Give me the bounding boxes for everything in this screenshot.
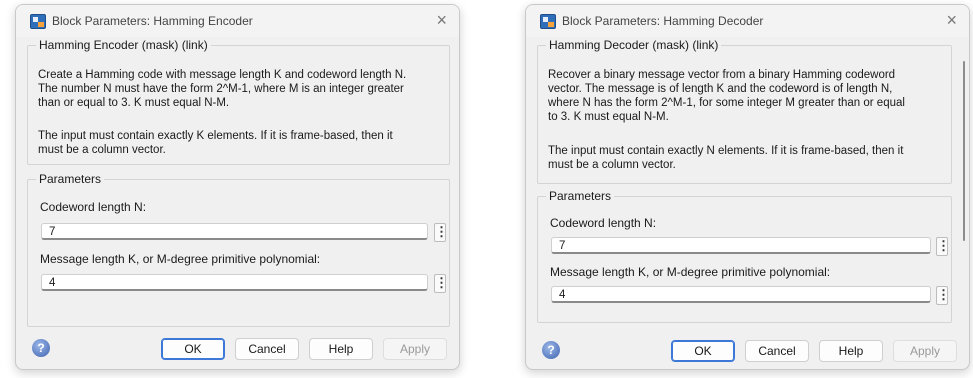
decoder-description-group: Hamming Decoder (mask) (link) Recover a … — [537, 38, 952, 184]
encoder-message-label: Message length K, or M-degree primitive … — [40, 252, 321, 266]
encoder-message-input[interactable]: 4 — [41, 274, 428, 291]
description-line: to 3. K must equal N-M. — [548, 111, 669, 123]
decoder-codeword-input[interactable]: 7 — [551, 237, 931, 254]
decoder-window-title: Block Parameters: Hamming Decoder — [562, 14, 764, 28]
decoder-codeword-label: Codeword length N: — [550, 216, 657, 230]
decoder-help-button[interactable]: Help — [819, 340, 883, 362]
encoder-codeword-input[interactable]: 7 — [41, 223, 428, 240]
encoder-parameters-group: Parameters Codeword length N: 7 ⋮ Messag… — [27, 172, 450, 327]
encoder-dialog: Block Parameters: Hamming Encoder × Hamm… — [15, 4, 460, 370]
decoder-cancel-button[interactable]: Cancel — [745, 340, 809, 362]
encoder-parameters-title: Parameters — [36, 172, 105, 186]
app-icon — [540, 14, 556, 29]
close-icon[interactable]: × — [946, 10, 957, 31]
encoder-mask-title: Hamming Encoder (mask) (link) — [36, 38, 211, 52]
encoder-message-menu-icon[interactable]: ⋮ — [434, 274, 448, 293]
help-icon[interactable]: ? — [542, 341, 560, 359]
app-icon — [30, 14, 46, 29]
description-line: vector. The message is of length K and t… — [548, 83, 893, 95]
encoder-cancel-button[interactable]: Cancel — [235, 338, 299, 360]
encoder-help-button[interactable]: Help — [309, 338, 373, 360]
decoder-message-input[interactable]: 4 — [551, 286, 931, 303]
encoder-window-title: Block Parameters: Hamming Encoder — [52, 14, 253, 28]
decoder-dialog: Block Parameters: Hamming Decoder × Hamm… — [525, 4, 970, 370]
decoder-description-para1: Recover a binary message vector from a b… — [548, 68, 948, 124]
decoder-mask-title: Hamming Decoder (mask) (link) — [546, 38, 722, 52]
decoder-description-para2: The input must contain exactly N element… — [548, 144, 948, 172]
encoder-apply-button[interactable]: Apply — [383, 338, 447, 360]
description-line: Recover a binary message vector from a b… — [548, 69, 896, 81]
decoder-codeword-menu-icon[interactable]: ⋮ — [936, 237, 950, 256]
description-line: Create a Hamming code with message lengt… — [38, 69, 407, 81]
decoder-scrollbar[interactable] — [963, 61, 965, 241]
encoder-description-para2: The input must contain exactly K element… — [38, 129, 438, 157]
decoder-apply-button[interactable]: Apply — [893, 340, 957, 362]
description-line: The number N must have the form 2^M-1, w… — [38, 83, 404, 95]
description-line: The input must contain exactly N element… — [548, 145, 904, 157]
encoder-titlebar[interactable]: Block Parameters: Hamming Encoder × — [16, 5, 459, 37]
description-line: than or equal to 3. K must equal N-M. — [38, 97, 230, 109]
decoder-parameters-group: Parameters Codeword length N: 7 ⋮ Messag… — [537, 189, 952, 323]
decoder-parameters-title: Parameters — [546, 189, 615, 203]
decoder-titlebar[interactable]: Block Parameters: Hamming Decoder × — [526, 5, 969, 37]
encoder-description-group: Hamming Encoder (mask) (link) Create a H… — [27, 38, 450, 165]
help-icon[interactable]: ? — [32, 339, 50, 357]
description-line: where N has the form 2^M-1, for some int… — [548, 97, 905, 109]
encoder-description-para1: Create a Hamming code with message lengt… — [38, 68, 438, 110]
close-icon[interactable]: × — [436, 10, 447, 31]
description-line: The input must contain exactly K element… — [38, 130, 393, 142]
encoder-ok-button[interactable]: OK — [161, 338, 225, 360]
encoder-codeword-label: Codeword length N: — [40, 200, 147, 214]
decoder-ok-button[interactable]: OK — [671, 340, 735, 362]
decoder-message-menu-icon[interactable]: ⋮ — [936, 286, 950, 305]
description-line: must be a column vector. — [548, 159, 676, 171]
description-line: must be a column vector. — [38, 144, 166, 156]
encoder-codeword-menu-icon[interactable]: ⋮ — [434, 223, 448, 242]
decoder-message-label: Message length K, or M-degree primitive … — [550, 265, 831, 279]
